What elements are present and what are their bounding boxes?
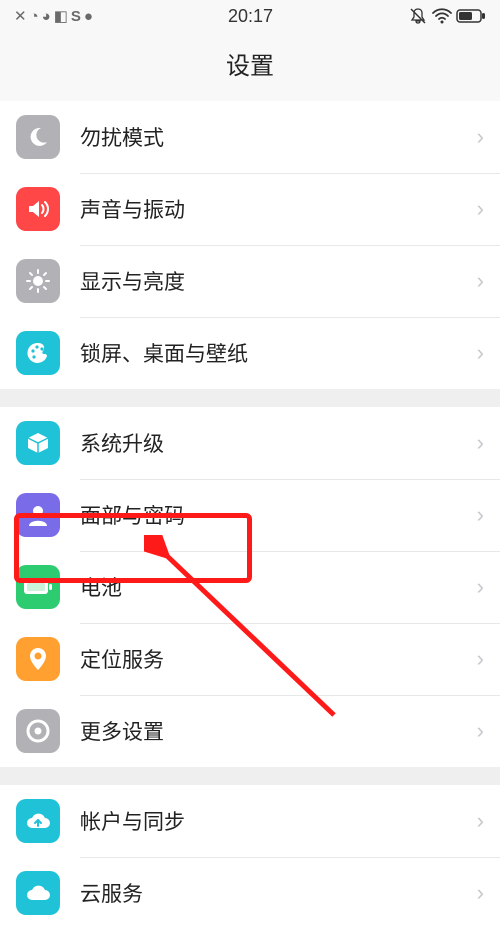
settings-item-label: 定位服务 [80,644,477,674]
settings-item-account[interactable]: 帐户与同步› [0,785,500,857]
chevron-right-icon: › [477,718,484,744]
status-time: 20:17 [228,6,273,27]
chevron-right-icon: › [477,502,484,528]
page-title: 设置 [0,46,500,81]
speaker-icon [16,187,60,231]
chevron-right-icon: › [477,124,484,150]
status-indicator-icon: ◕ [42,8,51,25]
person-icon [16,493,60,537]
settings-item-label: 显示与亮度 [80,266,477,296]
chevron-right-icon: › [477,808,484,834]
chevron-right-icon: › [477,268,484,294]
chevron-right-icon: › [477,880,484,906]
chevron-right-icon: › [477,340,484,366]
chevron-right-icon: › [477,646,484,672]
status-right [408,7,486,25]
settings-group: 系统升级›面部与密码›电池›定位服务›更多设置› [0,407,500,767]
settings-item-label: 声音与振动 [80,194,477,224]
settings-item-sound[interactable]: 声音与振动› [0,173,500,245]
status-indicator-icon: ◧ [54,7,68,25]
moon-icon [16,115,60,159]
settings-item-location[interactable]: 定位服务› [0,623,500,695]
settings-item-cloud[interactable]: 云服务› [0,857,500,929]
settings-item-upgrade[interactable]: 系统升级› [0,407,500,479]
gear-icon [16,709,60,753]
battery-icon [456,8,486,24]
settings-group: 帐户与同步›云服务› [0,785,500,929]
settings-item-label: 系统升级 [80,428,477,458]
cube-icon [16,421,60,465]
page-header: 设置 [0,30,500,101]
settings-item-battery[interactable]: 电池› [0,551,500,623]
status-indicator-icon: ✕ [14,7,27,25]
settings-item-dnd[interactable]: 勿扰模式› [0,101,500,173]
settings-group: 勿扰模式›声音与振动›显示与亮度›锁屏、桌面与壁纸› [0,101,500,389]
chevron-right-icon: › [477,196,484,222]
settings-item-label: 帐户与同步 [80,806,477,836]
status-indicator-icon: ◔ [30,8,39,25]
settings-item-label: 更多设置 [80,716,477,746]
settings-item-label: 电池 [80,572,477,602]
mute-icon [408,7,428,25]
brightness-icon [16,259,60,303]
status-indicator-icon: S [71,8,81,25]
group-separator [0,389,500,407]
status-left: ✕ ◔ ◕ ◧ S ● [14,7,93,25]
status-bar: ✕ ◔ ◕ ◧ S ● 20:17 [0,0,500,30]
settings-item-label: 勿扰模式 [80,122,477,152]
settings-item-label: 面部与密码 [80,500,477,530]
chevron-right-icon: › [477,430,484,456]
pin-icon [16,637,60,681]
chevron-right-icon: › [477,574,484,600]
settings-item-lock[interactable]: 锁屏、桌面与壁纸› [0,317,500,389]
settings-item-label: 锁屏、桌面与壁纸 [80,338,477,368]
palette-icon [16,331,60,375]
cloud-sync-icon [16,799,60,843]
wifi-icon [431,7,453,25]
settings-item-display[interactable]: 显示与亮度› [0,245,500,317]
group-separator [0,767,500,785]
settings-item-label: 云服务 [80,878,477,908]
status-indicator-icon: ● [84,8,93,25]
settings-item-face[interactable]: 面部与密码› [0,479,500,551]
battery-icon [16,565,60,609]
settings-item-more[interactable]: 更多设置› [0,695,500,767]
